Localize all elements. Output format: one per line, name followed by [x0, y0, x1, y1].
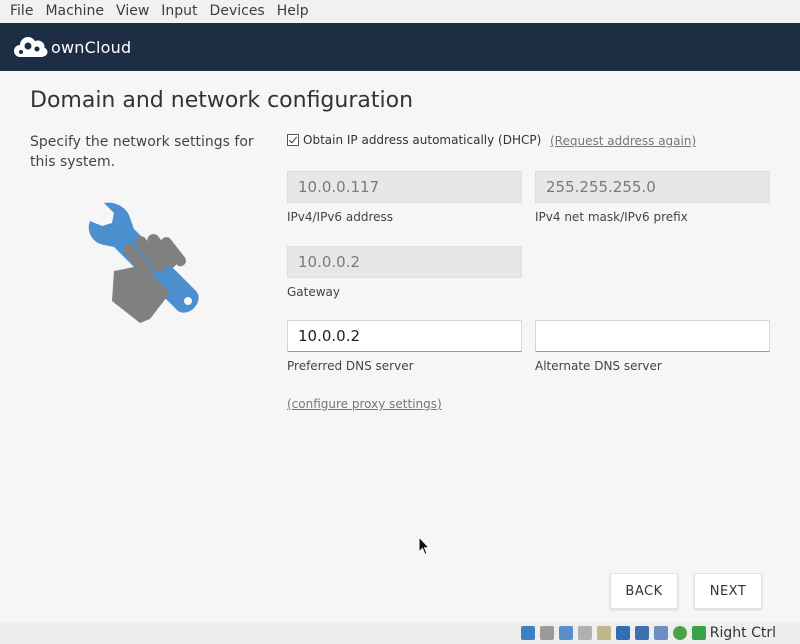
back-button[interactable]: BACK [610, 573, 678, 609]
netmask-label: IPv4 net mask/IPv6 prefix [535, 210, 688, 224]
host-key-label: Right Ctrl [709, 625, 776, 641]
display-icon[interactable] [615, 626, 630, 640]
menu-input[interactable]: Input [155, 1, 203, 22]
keyboard-capture-icon[interactable] [691, 626, 706, 640]
vm-status-bar: Right Ctrl [0, 622, 800, 644]
menu-file[interactable]: File [4, 1, 39, 22]
netmask-input[interactable] [535, 171, 770, 203]
video-capture-icon[interactable] [634, 626, 649, 640]
brand-name: ownCloud [51, 37, 132, 57]
gateway-input[interactable] [287, 246, 522, 278]
usb-icon[interactable] [577, 626, 592, 640]
ip-address-label: IPv4/IPv6 address [287, 210, 394, 224]
page-intro: Specify the network settings for this sy… [30, 134, 254, 170]
setup-page: Domain and network configuration Specify… [0, 71, 800, 622]
preferred-dns-label: Preferred DNS server [287, 359, 414, 373]
mouse-pointer-icon [418, 536, 430, 556]
request-address-again-link[interactable]: (Request address again) [550, 134, 696, 148]
preferred-dns-input[interactable] [287, 320, 522, 352]
shared-folder-icon[interactable] [596, 626, 611, 640]
optical-drive-icon[interactable] [539, 626, 554, 640]
page-title: Domain and network configuration [30, 88, 414, 113]
menu-devices[interactable]: Devices [204, 1, 271, 22]
network-icon[interactable] [558, 626, 573, 640]
next-button[interactable]: NEXT [694, 573, 762, 609]
alternate-dns-input[interactable] [535, 320, 770, 352]
vm-menu-bar: File Machine View Input Devices Help [0, 0, 800, 23]
gateway-label: Gateway [287, 285, 341, 299]
configure-proxy-link[interactable]: (configure proxy settings) [287, 397, 442, 411]
dhcp-label: Obtain IP address automatically (DHCP) [303, 133, 542, 147]
cloud-icon [14, 37, 48, 57]
menu-machine[interactable]: Machine [39, 1, 110, 22]
menu-view[interactable]: View [110, 1, 155, 22]
app-header: ownCloud [0, 23, 800, 71]
menu-help[interactable]: Help [271, 1, 315, 22]
dhcp-checkbox[interactable] [287, 134, 299, 146]
hard-disk-icon[interactable] [520, 626, 535, 640]
ip-address-input[interactable] [287, 171, 522, 203]
alternate-dns-label: Alternate DNS server [535, 359, 662, 373]
mouse-integration-icon[interactable] [672, 626, 687, 640]
cpu-icon[interactable] [653, 626, 668, 640]
owncloud-logo: ownCloud [12, 36, 131, 58]
wrench-hand-icon [88, 202, 199, 323]
dhcp-toggle[interactable]: Obtain IP address automatically (DHCP) [287, 133, 541, 147]
